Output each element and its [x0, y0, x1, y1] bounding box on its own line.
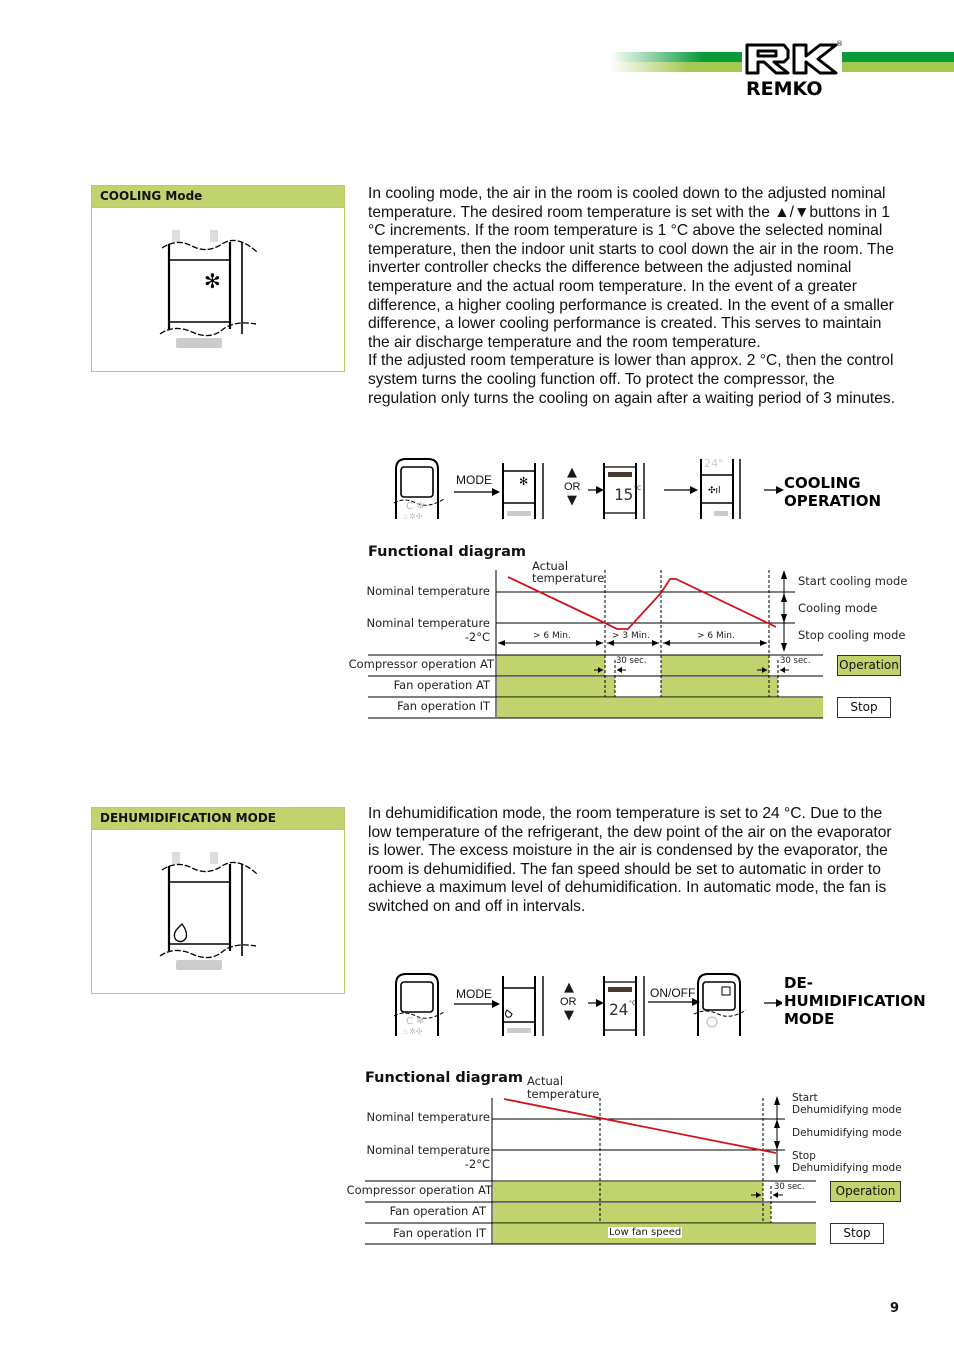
delay-2-label: 30 sec.	[780, 656, 811, 666]
start-line2: Dehumidifying mode	[792, 1104, 902, 1116]
stop-line2: Dehumidifying mode	[792, 1162, 902, 1174]
nominal-minus-line1: Nominal temperature	[366, 616, 490, 630]
actual-temp-line2: temperature	[527, 1087, 600, 1101]
actual-temperature-label: Actual temperature	[527, 1075, 599, 1101]
down-arrow-icon: ▼	[564, 1008, 574, 1023]
or-label: OR	[560, 996, 577, 1008]
interval-1-label: > 6 Min.	[533, 631, 571, 641]
start-dehumidifying-label: Start Dehumidifying mode	[792, 1092, 902, 1116]
display-temperature: 24	[609, 1000, 629, 1019]
start-line1: Start	[792, 1092, 818, 1104]
page-number: 9	[890, 1301, 900, 1316]
svg-text:♨✲✣: ♨✲✣	[402, 1027, 423, 1036]
svg-text:C ❄: C ❄	[406, 1016, 425, 1027]
display-unit: °C	[629, 1000, 637, 1007]
interval-2-label: > 3 Min.	[612, 631, 650, 641]
cooling-functional-diagram: Actual temperature Nominal temperature N…	[0, 0, 954, 760]
fan-at-bar-2	[661, 677, 778, 697]
compressor-at-bar-1	[497, 655, 605, 676]
nominal-minus-line2: -2°C	[464, 630, 490, 644]
start-cooling-mode-label: Start cooling mode	[798, 574, 908, 588]
dehumidifying-mode-label: Dehumidifying mode	[792, 1127, 902, 1139]
row-label-compressor-at: Compressor operation AT	[346, 1183, 492, 1197]
up-arrow-icon: ▲	[564, 980, 574, 995]
result-line-2: HUMIDIFICATION	[784, 992, 926, 1010]
fan-at-bar	[493, 1203, 771, 1223]
legend-operation: Operation	[830, 1181, 901, 1202]
mode-button-label: MODE	[456, 987, 492, 1001]
nominal-minus-2-label: Nominal temperature -2°C	[366, 1143, 490, 1171]
row-label-fan-it: Fan operation IT	[397, 699, 490, 713]
legend-stop: Stop	[837, 697, 891, 718]
dehumidification-mode-box-title: DEHUMIDIFICATION MODE	[92, 808, 344, 830]
nominal-minus-2-label: Nominal temperature -2°C	[366, 616, 490, 644]
dehumidification-mode-box: DEHUMIDIFICATION MODE	[91, 807, 345, 994]
actual-temp-line1: Actual	[527, 1074, 564, 1088]
row-label-compressor-at: Compressor operation AT	[348, 657, 494, 671]
row-label-fan-at: Fan operation AT	[393, 678, 490, 692]
delay-1-label: 30 sec.	[616, 656, 647, 666]
fan-it-bar	[497, 698, 823, 718]
stop-cooling-mode-label: Stop cooling mode	[798, 628, 906, 642]
cooling-diagram-graphics	[368, 570, 823, 719]
actual-temperature-line	[503, 1098, 777, 1154]
nominal-minus-line1: Nominal temperature	[366, 1143, 490, 1157]
nominal-temperature-label: Nominal temperature	[366, 584, 490, 598]
dehumidification-flow: C ❄ ♨✲✣ MODE ▲ OR ▼ 24 °C ON/OFF DE- HUM…	[392, 970, 932, 1042]
actual-temperature-label: Actual temperature	[532, 560, 604, 584]
result-line-1: DE-	[784, 974, 813, 992]
cooling-mode-label: Cooling mode	[798, 601, 878, 615]
compressor-at-bar-2	[661, 655, 769, 676]
legend-operation: Operation	[837, 655, 901, 676]
legend-stop: Stop	[830, 1223, 884, 1244]
dehumidification-description: In dehumidification mode, the room tempe…	[368, 805, 892, 915]
interval-3-label: > 6 Min.	[697, 631, 735, 641]
on-off-button-label: ON/OFF	[650, 986, 696, 1000]
dehumidification-functional-diagram-title: Functional diagram	[365, 1070, 523, 1086]
actual-temp-line2: temperature	[532, 571, 605, 585]
nominal-temperature-label: Nominal temperature	[366, 1110, 490, 1124]
low-fan-speed-label: Low fan speed	[608, 1227, 683, 1238]
delay-label: 30 sec.	[774, 1182, 805, 1192]
dehumidification-flow-graphics: C ❄ ♨✲✣	[393, 973, 782, 1036]
result-line-3: MODE	[784, 1010, 835, 1028]
row-label-fan-at: Fan operation AT	[389, 1204, 486, 1218]
stop-dehumidifying-label: Stop Dehumidifying mode	[792, 1150, 902, 1174]
row-label-fan-it: Fan operation IT	[393, 1226, 486, 1240]
dehumidification-mode-label: DE- HUMIDIFICATION MODE	[784, 974, 926, 1028]
compressor-at-bar	[493, 1182, 763, 1202]
nominal-minus-line2: -2°C	[464, 1157, 490, 1171]
stop-line1: Stop	[792, 1150, 816, 1162]
fan-at-bar-1	[497, 677, 615, 697]
fan-it-bar	[493, 1224, 816, 1244]
remote-display-dehumidify-icon	[159, 852, 258, 970]
